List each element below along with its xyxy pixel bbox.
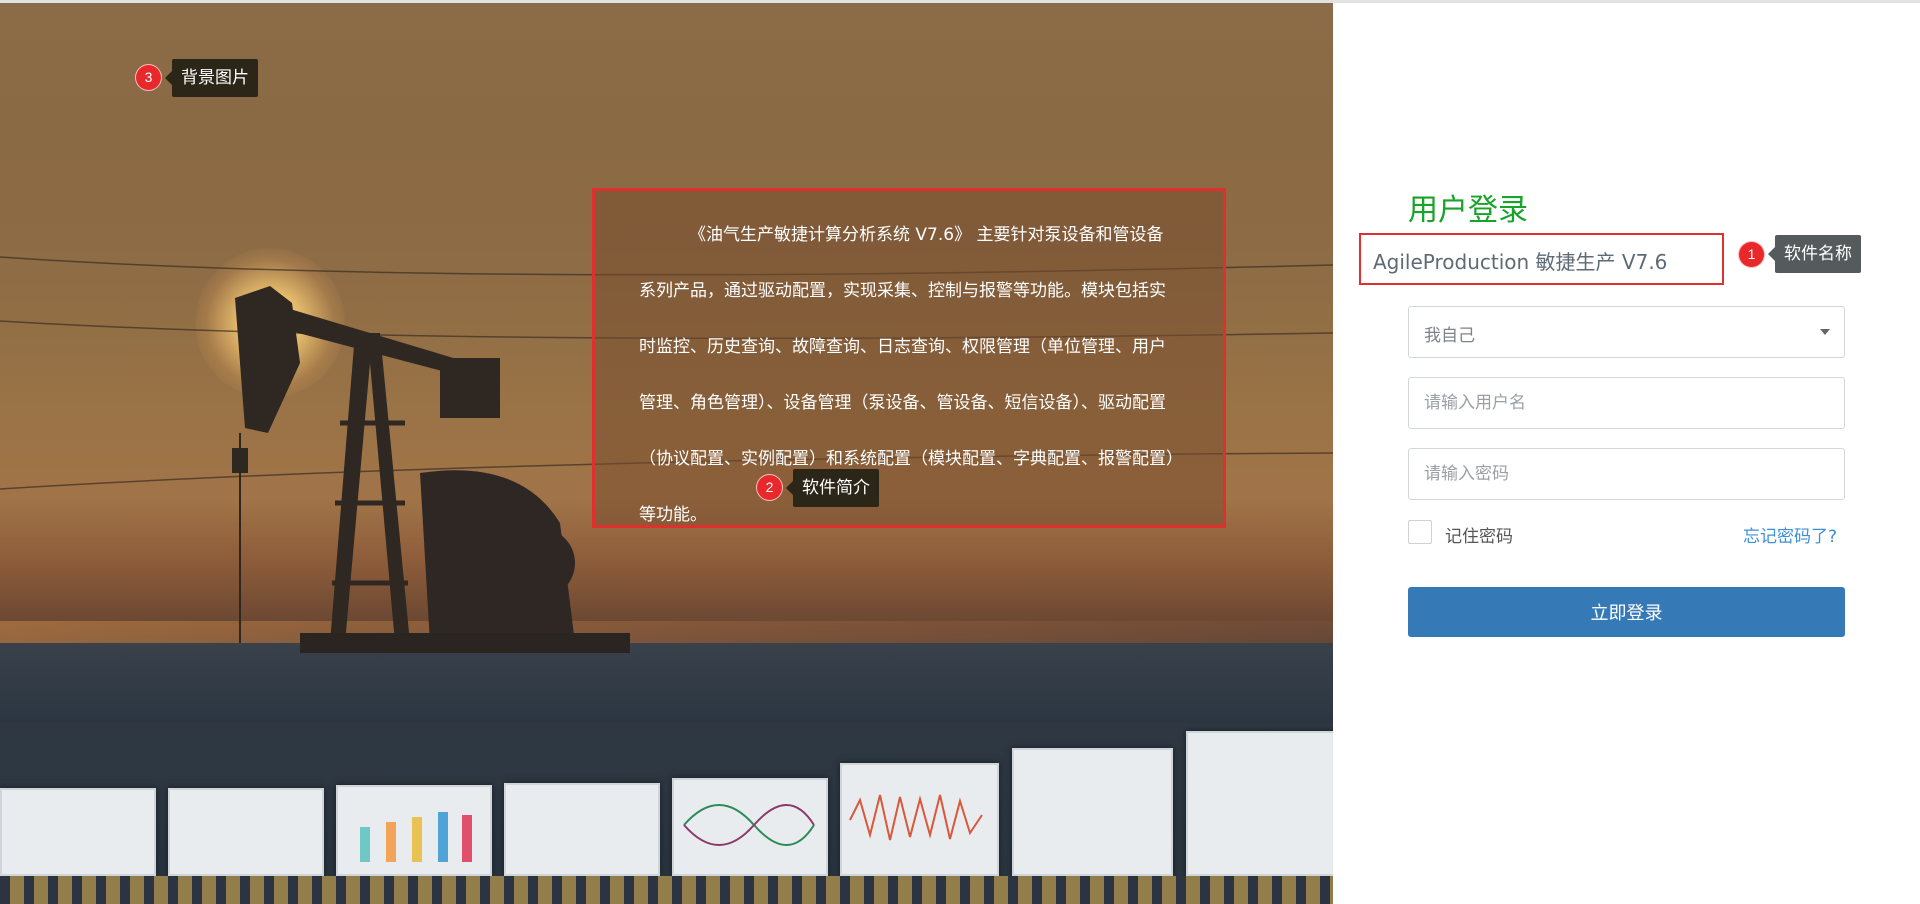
- organization-select[interactable]: 我自己: [1408, 306, 1845, 358]
- thumbnail-magnifier: [168, 788, 324, 876]
- software-name-box: AgileProduction 敏捷生产 V7.6: [1359, 233, 1724, 285]
- username-field-wrapper: [1408, 377, 1845, 429]
- thumbnail-pie-charts: [0, 788, 156, 876]
- remember-password-label[interactable]: 记住密码: [1445, 522, 1513, 547]
- thumbnail-dashboard: [1186, 731, 1333, 876]
- software-intro-box: 《油气生产敏捷计算分析系统 V7.6》 主要针对泵设备和管设备系列产品，通过驱动…: [592, 188, 1226, 528]
- login-title: 用户登录: [1408, 193, 1528, 228]
- thumbnail-wave-chart: [840, 763, 999, 876]
- thumbnail-3d-grid: [1012, 748, 1173, 876]
- password-field-wrapper: [1408, 448, 1845, 500]
- username-input[interactable]: [1409, 378, 1844, 428]
- forgot-password-link[interactable]: 忘记密码了?: [1743, 522, 1837, 547]
- password-input[interactable]: [1409, 449, 1844, 499]
- film-strip-decoration: [0, 876, 1333, 904]
- software-intro-tooltip: 软件简介: [786, 469, 879, 507]
- screenshot-thumbnail-strip: [0, 693, 1333, 904]
- annotation-badge-2: 2: [756, 474, 783, 501]
- remember-password-checkbox[interactable]: [1408, 520, 1432, 544]
- annotation-badge-3: 3: [135, 64, 162, 91]
- software-name: AgileProduction 敏捷生产 V7.6: [1373, 250, 1668, 274]
- annotation-badge-1: 1: [1738, 241, 1765, 268]
- login-button[interactable]: 立即登录: [1408, 587, 1845, 637]
- thumbnail-curve-chart: [672, 778, 828, 876]
- software-name-tooltip: 软件名称: [1768, 235, 1861, 273]
- organization-select-value: 我自己: [1424, 326, 1475, 346]
- thumbnail-device-view: [504, 783, 660, 876]
- software-intro-text: 《油气生产敏捷计算分析系统 V7.6》 主要针对泵设备和管设备系列产品，通过驱动…: [639, 225, 1175, 525]
- chevron-down-icon[interactable]: [1820, 329, 1830, 335]
- background-image-tooltip: 背景图片: [165, 59, 258, 97]
- thumbnail-bar-chart: [336, 785, 492, 876]
